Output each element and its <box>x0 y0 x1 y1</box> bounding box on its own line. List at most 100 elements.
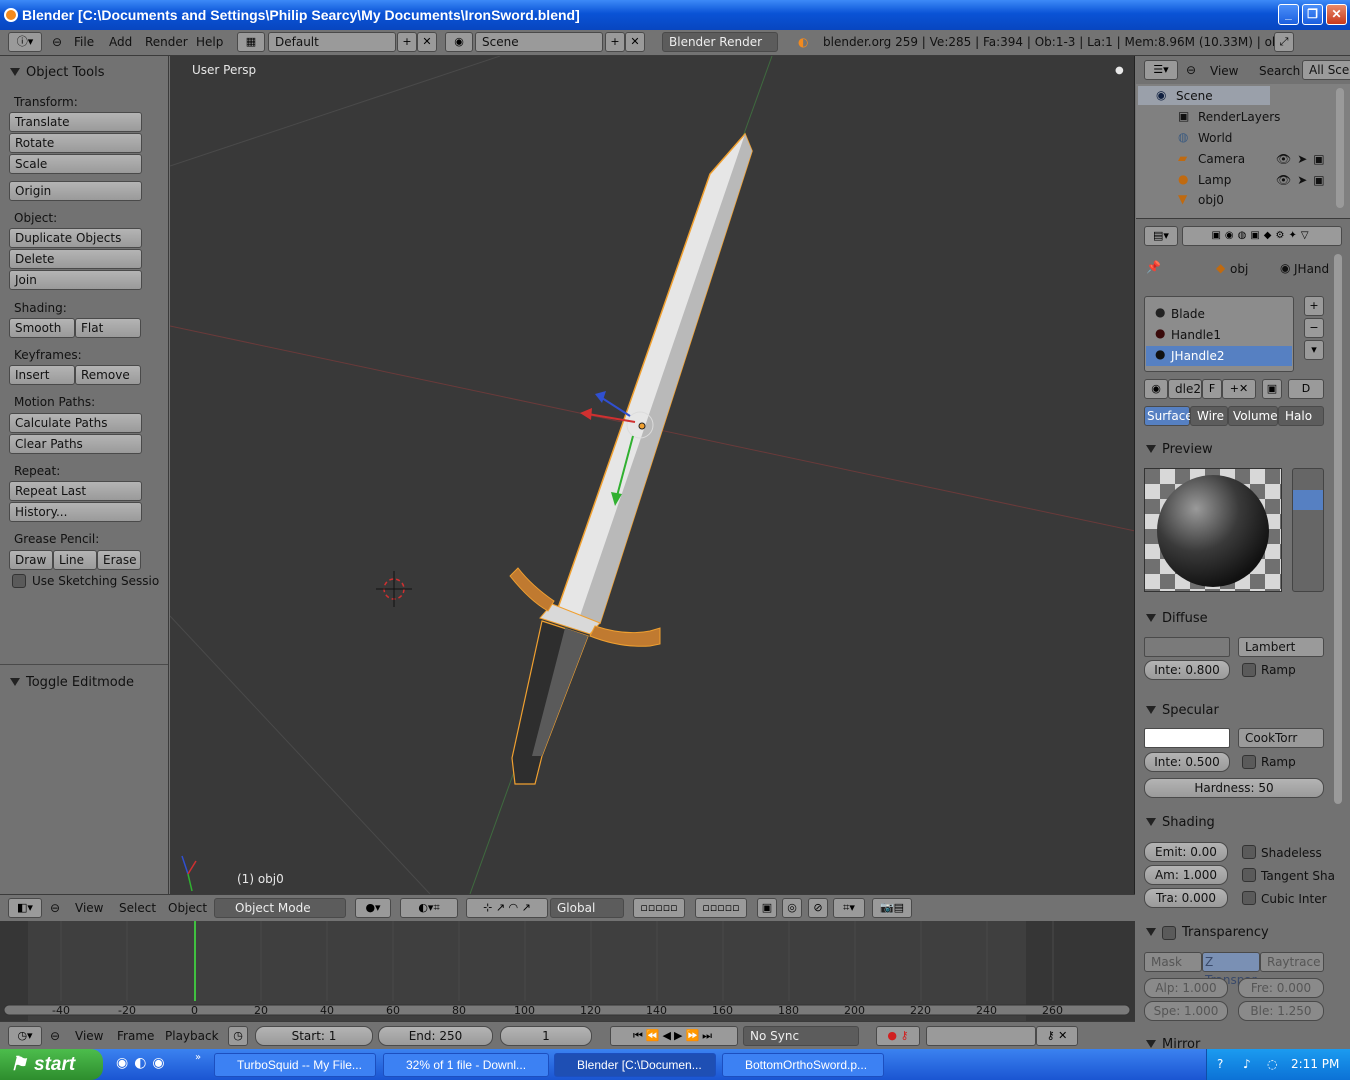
diffuse-ramp-checkbox[interactable] <box>1242 663 1256 677</box>
keying-set-field[interactable] <box>926 1026 1036 1046</box>
scale-button[interactable]: Scale <box>9 154 142 174</box>
fake-user-button[interactable]: F <box>1202 379 1222 399</box>
outliner-item-camera[interactable]: Camera <box>1198 152 1245 166</box>
outliner-item-renderlayers[interactable]: RenderLayers <box>1198 110 1280 124</box>
menu-view[interactable]: View <box>75 1029 103 1043</box>
visibility-icons[interactable]: 👁➤▣ <box>1276 152 1331 166</box>
ambient-field[interactable]: Am: 1.000 <box>1144 865 1228 885</box>
volume-icon[interactable]: ♪ <box>1243 1057 1251 1071</box>
material-browse-icon[interactable]: ◉ <box>1144 379 1168 399</box>
remove-keyframe-button[interactable]: Remove <box>75 365 141 385</box>
sync-select[interactable]: No Sync <box>743 1026 859 1046</box>
lock-icon[interactable]: ▣ <box>757 898 777 918</box>
minimize-button[interactable]: _ <box>1278 4 1299 25</box>
scene-icon[interactable]: ◉ <box>445 32 473 52</box>
shading-panel-header[interactable]: Shading <box>1146 815 1215 830</box>
3d-viewport[interactable]: User Persp (1) obj0 ● <box>170 56 1135 894</box>
properties-scrollbar[interactable] <box>1334 254 1342 804</box>
material-slot[interactable]: JHandle2 <box>1171 349 1225 363</box>
outliner-item-lamp[interactable]: Lamp <box>1198 173 1231 187</box>
toggle-editmode-header[interactable]: Toggle Editmode <box>10 675 134 690</box>
material-slots-list[interactable]: ● Blade ● Handle1 ● JHandle2 <box>1144 296 1294 372</box>
end-frame-field[interactable]: End: 250 <box>378 1026 493 1046</box>
fresnel-field[interactable]: Fre: 0.000 <box>1238 978 1324 998</box>
menu-select[interactable]: Select <box>119 901 156 915</box>
screen-layout-icon[interactable]: ▦ <box>237 32 265 52</box>
calculate-paths-button[interactable]: Calculate Paths <box>9 413 142 433</box>
fresnel-blend-field[interactable]: Ble: 1.250 <box>1238 1001 1324 1021</box>
outliner-scrollbar[interactable] <box>1336 88 1344 208</box>
record-keyframe-icon[interactable]: ● ⚷ <box>876 1026 920 1046</box>
timeline-area[interactable] <box>0 921 1135 1021</box>
specular-color-swatch[interactable] <box>1144 728 1230 748</box>
proportional-icon[interactable]: ◎ <box>782 898 802 918</box>
shadeless-checkbox[interactable] <box>1242 845 1256 859</box>
preview-type-buttons[interactable] <box>1292 468 1324 592</box>
layer-buttons-b[interactable]: ▫▫▫▫▫ <box>695 898 747 918</box>
collapse-icon[interactable]: ⊖ <box>50 1029 60 1043</box>
menu-help[interactable]: Help <box>196 35 223 49</box>
snap-element-icon[interactable]: ⌗▾ <box>833 898 865 918</box>
preview-sphere-button[interactable] <box>1293 490 1323 510</box>
translucency-field[interactable]: Tra: 0.000 <box>1144 888 1228 908</box>
menu-render[interactable]: Render <box>145 35 188 49</box>
cubic-interpolation-checkbox[interactable] <box>1242 891 1256 905</box>
add-scene-icon[interactable]: + <box>605 32 625 52</box>
clear-paths-button[interactable]: Clear Paths <box>9 434 142 454</box>
layout-field[interactable]: Default <box>268 32 396 52</box>
menu-frame[interactable]: Frame <box>117 1029 154 1043</box>
taskbar-item-turbosquid[interactable]: TurboSquid -- My File... <box>214 1053 376 1077</box>
transparency-mask-button[interactable]: Mask <box>1144 952 1202 972</box>
taskbar-item-download[interactable]: 32% of 1 file - Downl... <box>383 1053 549 1077</box>
specular-transparency-field[interactable]: Spe: 1.000 <box>1144 1001 1228 1021</box>
menu-view[interactable]: View <box>75 901 103 915</box>
object-tools-header[interactable]: Object Tools <box>10 65 105 80</box>
node-icon[interactable]: ▣ <box>1262 379 1282 399</box>
collapse-icon[interactable]: ⊖ <box>50 901 60 915</box>
start-button[interactable]: ⚑ start <box>0 1049 103 1080</box>
network-icon[interactable]: ◌ <box>1267 1057 1277 1071</box>
new-unlink-icons[interactable]: +✕ <box>1222 379 1256 399</box>
transparency-ztransp-button[interactable]: Z Transpar <box>1202 952 1260 987</box>
history-button[interactable]: History... <box>9 502 142 522</box>
translate-button[interactable]: Translate <box>9 112 142 132</box>
remove-slot-icon[interactable]: − <box>1304 318 1324 338</box>
scene-field[interactable]: Scene <box>475 32 603 52</box>
menu-add[interactable]: Add <box>109 35 132 49</box>
menu-view[interactable]: View <box>1210 64 1238 78</box>
close-button[interactable]: ✕ <box>1326 4 1347 25</box>
alpha-field[interactable]: Alp: 1.000 <box>1144 978 1228 998</box>
taskbar-item-blender[interactable]: Blender [C:\Documen... <box>554 1053 716 1077</box>
visibility-icons[interactable]: 👁➤▣ <box>1276 173 1331 187</box>
display-mode-select[interactable]: All Scen <box>1302 60 1350 80</box>
diffuse-color-swatch[interactable] <box>1144 637 1230 657</box>
outliner[interactable]: ◉ Scene ▣ RenderLayers ◍ World ▰ Camera … <box>1136 84 1350 219</box>
tab-wire[interactable]: Wire <box>1190 406 1228 426</box>
snap-icon[interactable]: ⊘ <box>808 898 828 918</box>
diffuse-panel-header[interactable]: Diffuse <box>1146 611 1208 626</box>
tangent-shading-checkbox[interactable] <box>1242 868 1256 882</box>
add-slot-icon[interactable]: + <box>1304 296 1324 316</box>
preview-panel-header[interactable]: Preview <box>1146 442 1213 457</box>
editor-type-outliner-icon[interactable]: ☰▾ <box>1144 60 1178 80</box>
playback-controls[interactable]: ⏮⏪◀▶⏩⏭ <box>610 1026 738 1046</box>
start-frame-field[interactable]: Start: 1 <box>255 1026 373 1046</box>
quick-launch-icons[interactable]: ◉◐◉ <box>116 1055 171 1071</box>
draw-button[interactable]: Draw <box>9 550 53 570</box>
tab-volume[interactable]: Volume <box>1228 406 1278 426</box>
specular-ramp-checkbox[interactable] <box>1242 755 1256 769</box>
breadcrumb-object[interactable]: obj <box>1230 262 1248 276</box>
viewport-corner-icon[interactable]: ● <box>1115 65 1124 76</box>
hardness-field[interactable]: Hardness: 50 <box>1144 778 1324 798</box>
help-icon[interactable]: ? <box>1217 1057 1223 1071</box>
manipulator-icons[interactable]: ⊹ ↗ ◠ ↗ <box>466 898 548 918</box>
transform-orientation-select[interactable]: Global <box>550 898 624 918</box>
specular-shader-select[interactable]: CookTorr <box>1238 728 1324 748</box>
sketching-session-checkbox[interactable] <box>12 574 26 588</box>
join-button[interactable]: Join <box>9 270 142 290</box>
restore-button[interactable]: ❐ <box>1302 4 1323 25</box>
line-button[interactable]: Line <box>53 550 97 570</box>
add-layout-icon[interactable]: + <box>397 32 417 52</box>
diffuse-shader-select[interactable]: Lambert <box>1238 637 1324 657</box>
repeat-last-button[interactable]: Repeat Last <box>9 481 142 501</box>
